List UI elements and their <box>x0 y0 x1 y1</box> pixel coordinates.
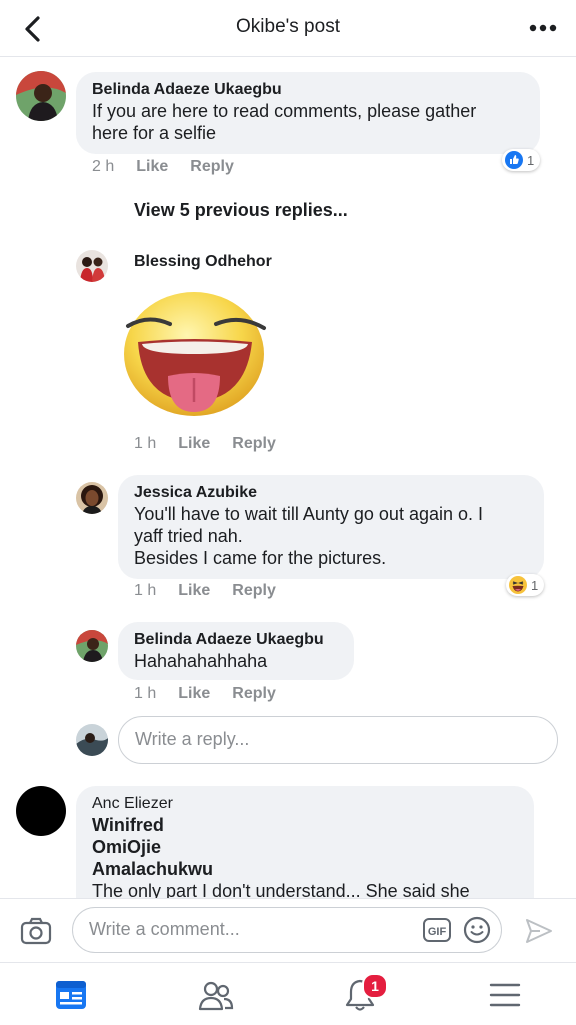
menu-tab-icon[interactable] <box>487 977 523 1013</box>
sticker-laughing-tongue-icon <box>118 292 270 420</box>
avatar[interactable] <box>76 250 108 282</box>
like-reaction-icon <box>505 151 523 169</box>
tagged-user[interactable]: Amalachukwu <box>92 858 518 880</box>
reply-bubble: Jessica Azubike You'll have to wait till… <box>118 475 544 579</box>
reply-text-line: Besides I came for the pictures. <box>134 548 387 568</box>
avatar <box>76 724 108 756</box>
reply-text-line: Hahahahahhaha <box>134 651 268 671</box>
reply-button[interactable]: Reply <box>190 158 234 175</box>
reply-text-line: yaff tried nah. <box>134 526 243 546</box>
reply-button[interactable]: Reply <box>232 435 276 452</box>
avatar[interactable] <box>76 482 108 514</box>
tagged-user[interactable]: OmiOjie <box>92 836 518 858</box>
avatar[interactable] <box>16 71 66 121</box>
gif-icon[interactable]: GIF <box>423 918 451 942</box>
like-button[interactable]: Like <box>178 435 210 452</box>
comment-compose-bar: Write a comment... GIF <box>0 898 576 963</box>
reaction-count[interactable]: 1 <box>506 574 545 596</box>
emoji-icon[interactable] <box>463 916 491 944</box>
comment-placeholder: Write a comment... <box>89 919 240 939</box>
reply-button[interactable]: Reply <box>232 582 276 599</box>
reply-time: 1 h <box>134 582 157 599</box>
reaction-count[interactable]: 1 <box>502 149 541 171</box>
reply-meta: 1 h Like Reply <box>134 582 298 600</box>
reply-meta: 1 h Like Reply <box>134 435 298 453</box>
reply-input[interactable]: Write a reply... <box>118 716 558 764</box>
comment-input[interactable]: Write a comment... GIF <box>72 907 502 953</box>
reaction-count-value: 1 <box>527 152 535 168</box>
comment-text-line: If you are here to read comments, please… <box>92 101 477 121</box>
comment-bubble: Belinda Adaeze Ukaegbu If you are here t… <box>76 72 540 154</box>
friends-tab-icon[interactable] <box>198 977 234 1013</box>
camera-icon[interactable] <box>20 916 52 946</box>
like-button[interactable]: Like <box>178 685 210 702</box>
reply-author[interactable]: Jessica Azubike <box>134 483 528 503</box>
comment-author[interactable]: Belinda Adaeze Ukaegbu <box>92 80 524 100</box>
reply-bubble: Belinda Adaeze Ukaegbu Hahahahahhaha <box>118 622 354 680</box>
reply-time: 1 h <box>134 685 157 702</box>
like-button[interactable]: Like <box>178 582 210 599</box>
page-title: Okibe's post <box>236 16 340 37</box>
comment-meta: 2 h Like Reply <box>92 158 256 176</box>
notification-badge: 1 <box>362 973 388 999</box>
reaction-count-value: 1 <box>531 577 539 593</box>
reply-time: 1 h <box>134 435 157 452</box>
avatar[interactable] <box>16 786 66 836</box>
tagged-user[interactable]: Winifred <box>92 814 518 836</box>
more-options-icon[interactable] <box>528 18 558 38</box>
haha-reaction-icon <box>509 576 527 594</box>
top-bar: Okibe's post <box>0 0 576 57</box>
like-button[interactable]: Like <box>136 158 168 175</box>
comment-time: 2 h <box>92 158 115 175</box>
comment-author[interactable]: Anc Eliezer <box>92 794 518 814</box>
notifications-tab-icon[interactable]: 1 <box>342 973 388 1013</box>
reply-author[interactable]: Belinda Adaeze Ukaegbu <box>134 630 338 650</box>
comment-text-line: here for a selfie <box>92 123 217 143</box>
avatar[interactable] <box>76 630 108 662</box>
reply-text-line: You'll have to wait till Aunty go out ag… <box>134 504 484 524</box>
reply-author[interactable]: Blessing Odhehor <box>134 252 272 272</box>
view-previous-replies-link[interactable]: View 5 previous replies... <box>134 200 348 221</box>
send-icon[interactable] <box>524 916 554 946</box>
reply-button[interactable]: Reply <box>232 685 276 702</box>
bottom-tab-bar: 1 <box>0 962 576 1025</box>
news-feed-tab-icon[interactable] <box>53 977 89 1013</box>
reply-meta: 1 h Like Reply <box>134 685 298 703</box>
